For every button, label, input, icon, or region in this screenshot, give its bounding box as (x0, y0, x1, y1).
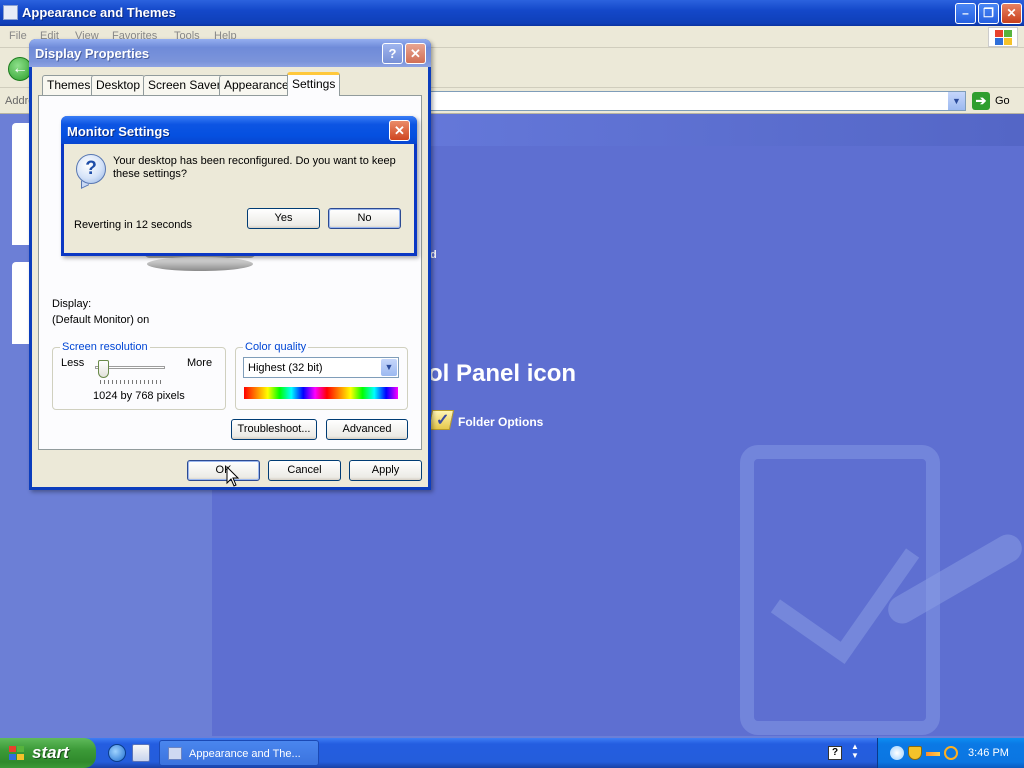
language-bar-arrows-icon[interactable]: ▲ ▼ (851, 742, 859, 760)
security-shield-icon[interactable] (908, 746, 922, 760)
show-desktop-icon[interactable] (132, 744, 150, 762)
no-button[interactable]: No (328, 208, 401, 229)
monitor-preview-stand (147, 257, 253, 271)
taskbar-item-label: Appearance and The... (189, 748, 301, 760)
color-quality-title: Color quality (243, 341, 309, 353)
windows-logo-icon (9, 746, 25, 761)
network-icon[interactable] (890, 746, 904, 760)
color-spectrum-bar (244, 387, 398, 399)
start-label: start (32, 743, 69, 762)
explorer-title: Appearance and Themes (22, 5, 176, 20)
taskbar-item-appearance-themes[interactable]: Appearance and The... (159, 740, 319, 766)
close-button[interactable]: ✕ (1001, 3, 1022, 24)
control-panel-heading: ol Panel icon (428, 360, 577, 387)
search-icon[interactable] (944, 746, 958, 760)
resolution-more-label: More (187, 357, 213, 369)
ok-button[interactable]: OK (187, 460, 260, 481)
go-button[interactable]: Go (995, 95, 1010, 107)
start-button[interactable]: start (0, 738, 96, 768)
tab-screen-saver[interactable]: Screen Saver (143, 75, 226, 95)
cancel-button[interactable]: Cancel (268, 460, 341, 481)
color-quality-select[interactable]: Highest (32 bit) ▼ (243, 357, 399, 378)
taskbar: start (0, 738, 1024, 768)
monitor-settings-title: Monitor Settings (67, 124, 170, 139)
taskbar-clock: 3:46 PM (968, 747, 1009, 759)
connection-icon[interactable] (926, 752, 940, 756)
checkmark-icon: ✓ (436, 412, 450, 429)
restore-button[interactable]: ❐ (978, 3, 999, 24)
internet-explorer-icon[interactable] (108, 744, 126, 762)
color-quality-value: Highest (32 bit) (248, 362, 323, 374)
tab-themes[interactable]: Themes (42, 75, 96, 95)
chevron-down-icon[interactable]: ▼ (948, 92, 965, 110)
resolution-slider-ticks (100, 380, 164, 384)
troubleshoot-button[interactable]: Troubleshoot... (231, 419, 317, 440)
menu-file[interactable]: File (9, 30, 27, 42)
explorer-titlebar: Appearance and Themes – ❐ ✕ (0, 0, 1024, 26)
close-button[interactable]: ✕ (405, 43, 426, 64)
close-button[interactable]: ✕ (389, 120, 410, 141)
windows-logo-icon (988, 27, 1018, 47)
minimize-button[interactable]: – (955, 3, 976, 24)
tab-appearance[interactable]: Appearance (219, 75, 294, 95)
yes-button[interactable]: Yes (247, 208, 320, 229)
monitor-settings-titlebar[interactable]: Monitor Settings ✕ (61, 116, 417, 144)
folder-window-icon (3, 5, 18, 20)
help-icon[interactable]: ? (828, 746, 842, 760)
monitor-settings-message: Your desktop has been reconfigured. Do y… (113, 155, 396, 180)
folder-options-link[interactable]: Folder Options (458, 415, 543, 429)
help-button[interactable]: ? (382, 43, 403, 64)
screen-resolution-title: Screen resolution (60, 341, 150, 353)
chevron-down-icon[interactable]: ▼ (381, 359, 397, 376)
display-properties-title: Display Properties (35, 46, 150, 61)
system-tray: 3:46 PM (877, 738, 1024, 768)
go-arrow-icon[interactable]: ➔ (972, 92, 990, 110)
resolution-slider-thumb[interactable] (98, 360, 109, 378)
tab-desktop[interactable]: Desktop (91, 75, 146, 95)
resolution-value: 1024 by 768 pixels (93, 390, 185, 402)
monitor-settings-dialog: Monitor Settings ✕ ? Your desktop has be… (61, 116, 417, 256)
apply-button[interactable]: Apply (349, 460, 422, 481)
display-label: Display: (52, 298, 92, 310)
resolution-less-label: Less (61, 357, 85, 369)
display-value: (Default Monitor) on (52, 314, 150, 326)
address-input[interactable]: ▼ (430, 91, 966, 111)
category-link-fragment[interactable]: d (430, 249, 437, 261)
display-properties-icon (168, 747, 182, 760)
advanced-button[interactable]: Advanced (326, 419, 408, 440)
display-properties-titlebar[interactable]: Display Properties ? ✕ (29, 39, 431, 67)
tab-settings[interactable]: Settings (287, 72, 341, 96)
question-icon: ? (76, 154, 106, 184)
revert-countdown: Reverting in 12 seconds (74, 219, 193, 231)
